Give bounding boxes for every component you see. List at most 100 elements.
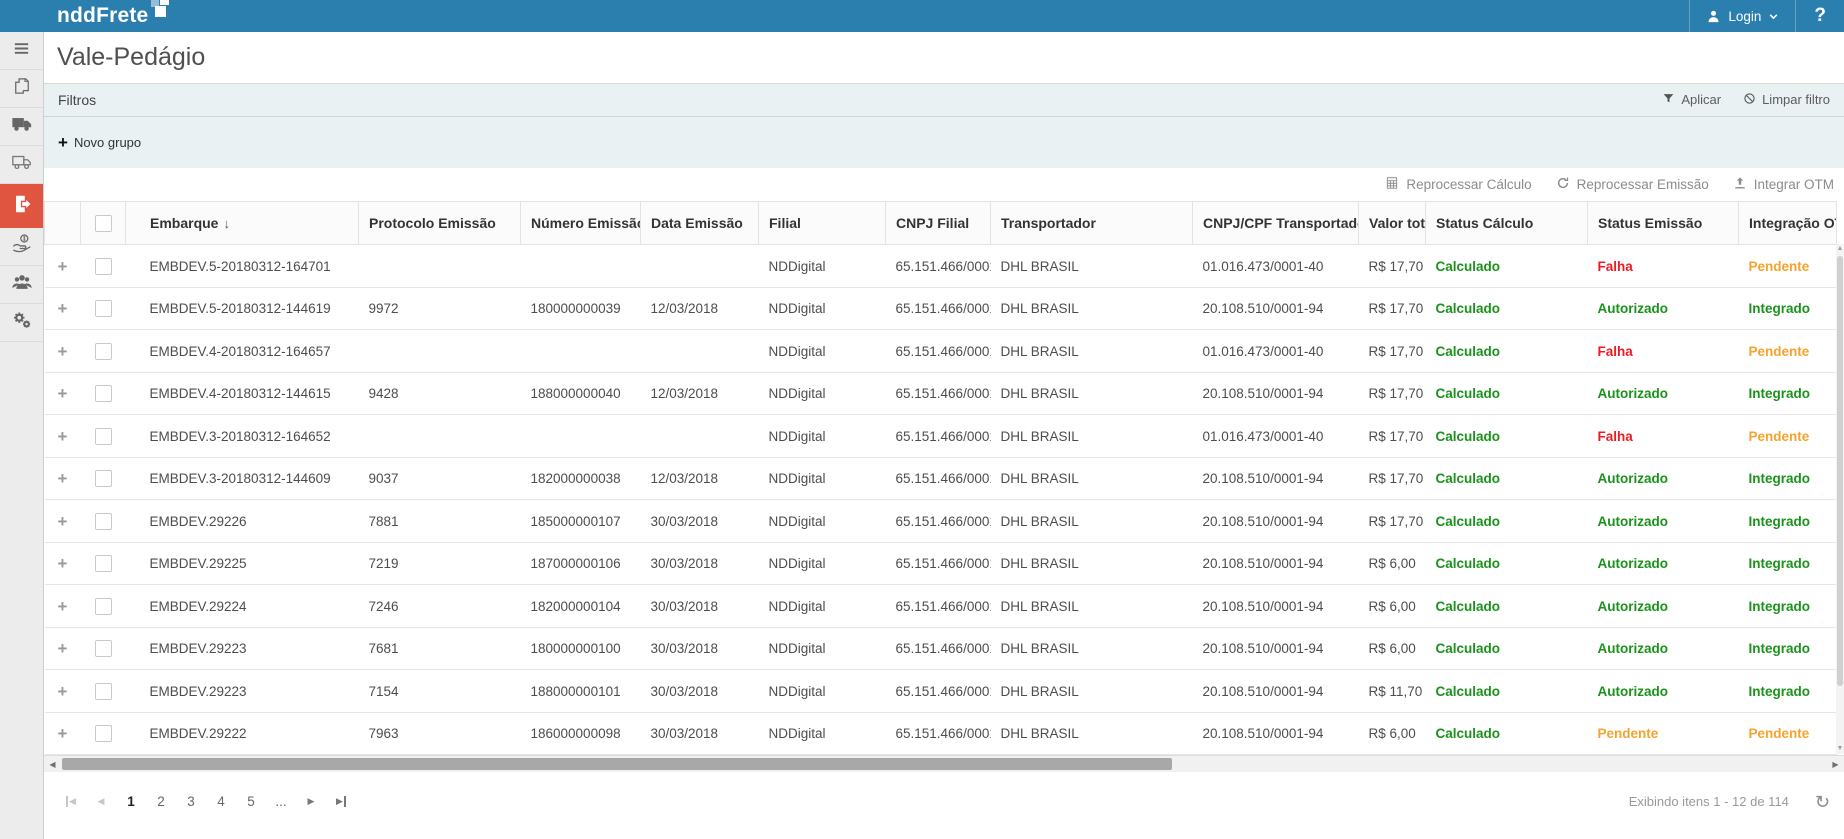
- clear-filter-button[interactable]: Limpar filtro: [1743, 92, 1830, 108]
- top-bar: nddFrete Login ?: [0, 0, 1844, 32]
- column-header-protocolo[interactable]: Protocolo Emissão: [359, 202, 521, 245]
- cell-status_calculo: Calculado: [1426, 542, 1588, 585]
- sidebar-item-delivery[interactable]: [0, 146, 43, 184]
- cell-numero: 187000000106: [521, 542, 641, 585]
- expand-row-button[interactable]: +: [58, 682, 68, 701]
- column-header-status_emissao[interactable]: Status Emissão: [1588, 202, 1739, 245]
- scroll-up-icon[interactable]: ▲: [1836, 244, 1844, 254]
- cell-select: [81, 372, 126, 415]
- sidebar-item-truck[interactable]: [0, 108, 43, 146]
- cell-protocolo: 9972: [359, 287, 521, 330]
- expand-row-button[interactable]: +: [58, 299, 68, 318]
- help-button[interactable]: ?: [1795, 0, 1844, 32]
- pager-ellipsis[interactable]: ...: [268, 789, 294, 815]
- expand-row-button[interactable]: +: [58, 384, 68, 403]
- row-checkbox[interactable]: [95, 513, 112, 530]
- reprocess-emission-button[interactable]: Reprocessar Emissão: [1556, 176, 1709, 193]
- cell-expand: +: [45, 287, 81, 330]
- vertical-scrollbar[interactable]: ▲ ▼: [1836, 244, 1844, 754]
- expand-row-button[interactable]: +: [58, 342, 68, 361]
- cell-filial: NDDigital: [759, 627, 886, 670]
- cell-protocolo: [359, 245, 521, 288]
- cell-numero: 186000000098: [521, 712, 641, 755]
- select-all-checkbox[interactable]: [95, 215, 112, 232]
- sidebar-item-payments[interactable]: [0, 228, 43, 266]
- cell-status_calculo: Calculado: [1426, 415, 1588, 458]
- row-checkbox[interactable]: [95, 470, 112, 487]
- cell-cnpj_transportador: 20.108.510/0001-94: [1193, 542, 1359, 585]
- row-checkbox[interactable]: [95, 258, 112, 275]
- column-header-cnpj_filial[interactable]: CNPJ Filial: [886, 202, 991, 245]
- row-checkbox[interactable]: [95, 300, 112, 317]
- pager-page-1[interactable]: 1: [118, 789, 144, 815]
- sidebar-item-vale-pedagio[interactable]: [0, 184, 43, 228]
- next-page-icon: ▶: [308, 796, 315, 807]
- expand-row-button[interactable]: +: [58, 639, 68, 658]
- pager-last-button[interactable]: ▶: [328, 789, 354, 815]
- login-menu[interactable]: Login: [1689, 0, 1795, 32]
- column-header-numero[interactable]: Número Emissão: [521, 202, 641, 245]
- pager-page-2[interactable]: 2: [148, 789, 174, 815]
- row-checkbox[interactable]: [95, 428, 112, 445]
- apply-filter-button[interactable]: Aplicar: [1662, 92, 1721, 108]
- column-header-status_calculo[interactable]: Status Cálculo: [1426, 202, 1588, 245]
- cell-select: [81, 670, 126, 713]
- sidebar-item-settings[interactable]: [0, 304, 43, 342]
- expand-row-button[interactable]: +: [58, 724, 68, 743]
- pager-page-3[interactable]: 3: [178, 789, 204, 815]
- sidebar-item-menu[interactable]: [0, 32, 43, 70]
- row-checkbox[interactable]: [95, 343, 112, 360]
- scroll-left-icon[interactable]: ◀: [44, 756, 61, 772]
- row-checkbox[interactable]: [95, 598, 112, 615]
- pager-page-5[interactable]: 5: [238, 789, 264, 815]
- row-checkbox[interactable]: [95, 683, 112, 700]
- pager-page-4[interactable]: 4: [208, 789, 234, 815]
- row-checkbox[interactable]: [95, 385, 112, 402]
- cell-status_emissao: Autorizado: [1588, 542, 1739, 585]
- row-checkbox[interactable]: [95, 640, 112, 657]
- cell-cnpj_filial: 65.151.466/0001-33: [886, 585, 991, 628]
- scroll-down-icon[interactable]: ▼: [1836, 744, 1844, 754]
- expand-row-button[interactable]: +: [58, 597, 68, 616]
- pager-first-button[interactable]: ◀: [58, 789, 84, 815]
- column-header-cnpj_transportador[interactable]: CNPJ/CPF Transportador: [1193, 202, 1359, 245]
- column-header-embarque[interactable]: Embarque↓: [126, 202, 359, 245]
- cell-valor: R$ 11,70: [1359, 670, 1426, 713]
- sidebar-item-users[interactable]: [0, 266, 43, 304]
- cell-integracao: Integrado: [1739, 670, 1837, 713]
- column-header-filial[interactable]: Filial: [759, 202, 886, 245]
- expand-row-button[interactable]: +: [58, 554, 68, 573]
- cell-transportador: DHL BRASIL: [991, 287, 1193, 330]
- cell-cnpj_filial: 65.151.466/0001-33: [886, 542, 991, 585]
- cell-expand: +: [45, 415, 81, 458]
- horizontal-scrollbar-thumb[interactable]: [62, 758, 1172, 770]
- cell-select: [81, 330, 126, 373]
- vertical-scrollbar-thumb[interactable]: [1837, 256, 1843, 686]
- new-group-button[interactable]: + Novo grupo: [58, 134, 141, 151]
- cell-data: [641, 245, 759, 288]
- expand-row-button[interactable]: +: [58, 512, 68, 531]
- table-header-row: Embarque↓Protocolo EmissãoNúmero Emissão…: [45, 202, 1837, 245]
- sidebar-item-documents[interactable]: [0, 70, 43, 108]
- table-row: +EMBDEV.4-20180312-164657NDDigital65.151…: [45, 330, 1837, 373]
- pager-prev-button[interactable]: ◀: [88, 789, 114, 815]
- column-header-data[interactable]: Data Emissão: [641, 202, 759, 245]
- column-header-valor[interactable]: Valor total: [1359, 202, 1426, 245]
- reprocess-calculation-button[interactable]: Reprocessar Cálculo: [1385, 176, 1531, 193]
- cell-embarque: EMBDEV.5-20180312-164701: [126, 245, 359, 288]
- pager-next-button[interactable]: ▶: [298, 789, 324, 815]
- refresh-grid-button[interactable]: ↻: [1815, 793, 1830, 811]
- column-header-integracao[interactable]: Integração OTM: [1739, 202, 1837, 245]
- row-checkbox[interactable]: [95, 555, 112, 572]
- cell-valor: R$ 17,70: [1359, 245, 1426, 288]
- cell-numero: [521, 245, 641, 288]
- row-checkbox[interactable]: [95, 725, 112, 742]
- expand-row-button[interactable]: +: [58, 469, 68, 488]
- cell-embarque: EMBDEV.3-20180312-164652: [126, 415, 359, 458]
- column-header-transportador[interactable]: Transportador: [991, 202, 1193, 245]
- horizontal-scrollbar[interactable]: ◀ ▶: [44, 755, 1844, 772]
- expand-row-button[interactable]: +: [58, 427, 68, 446]
- integrate-otm-button[interactable]: Integrar OTM: [1733, 176, 1834, 193]
- expand-row-button[interactable]: +: [58, 257, 68, 276]
- scroll-right-icon[interactable]: ▶: [1827, 756, 1844, 772]
